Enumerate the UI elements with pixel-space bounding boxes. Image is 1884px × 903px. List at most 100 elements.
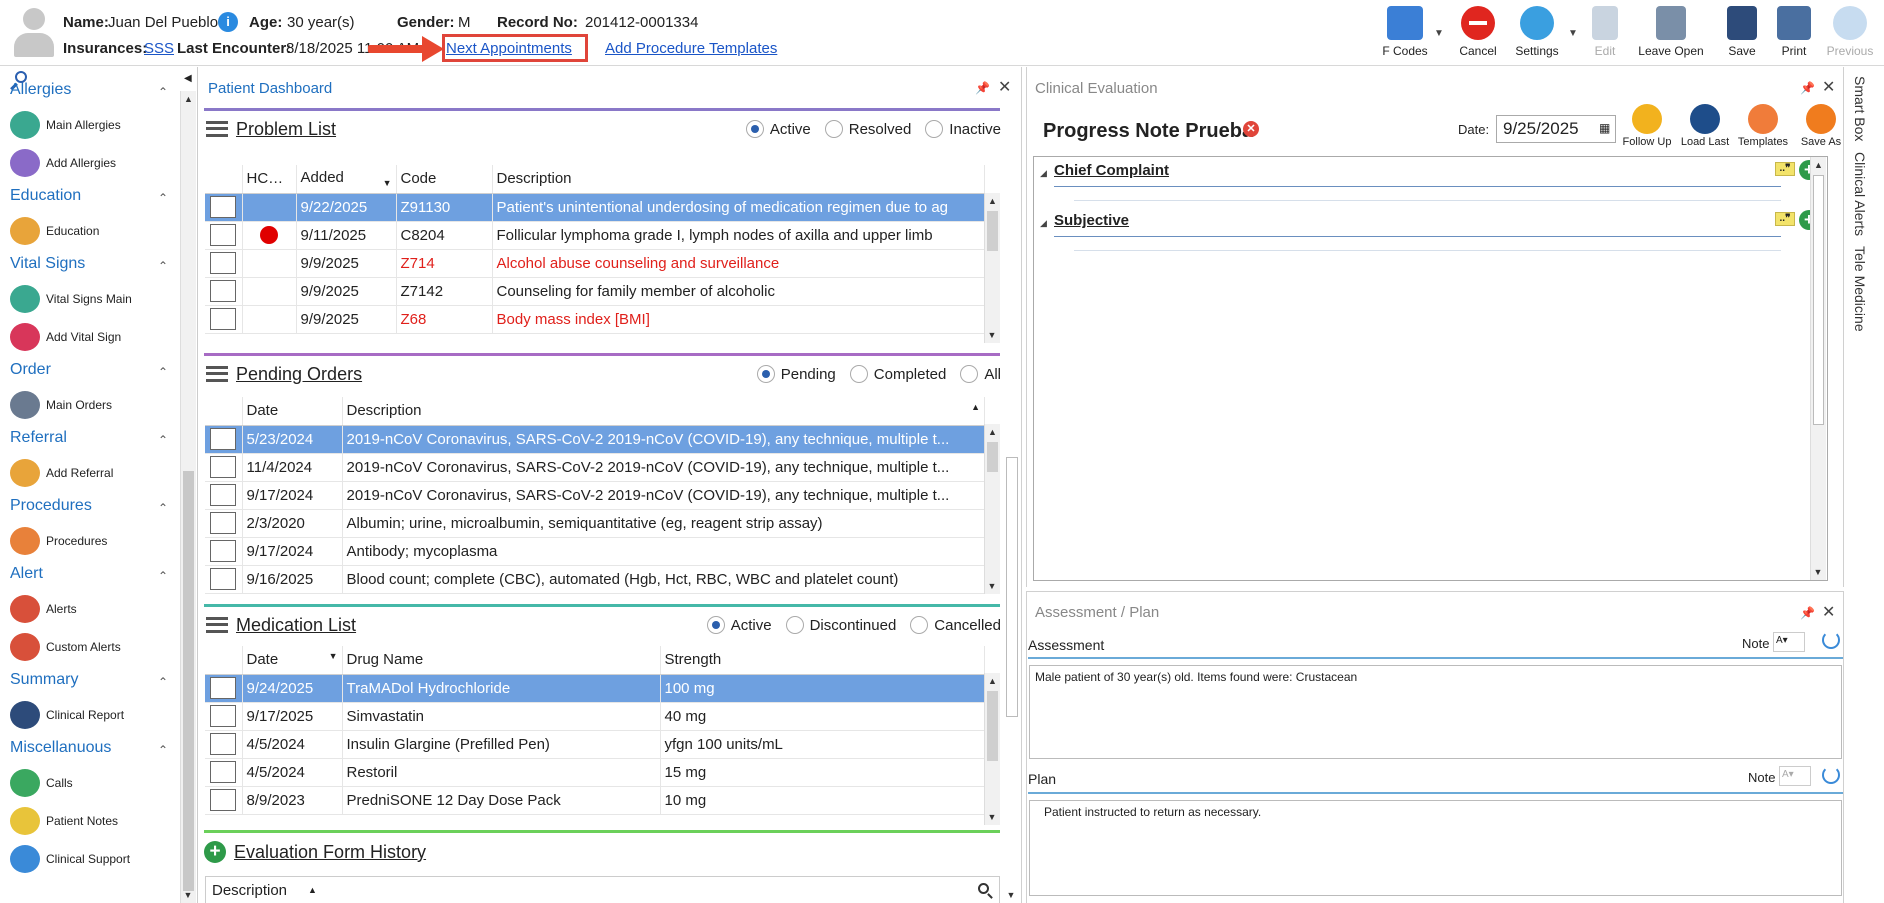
add-evaluation-button[interactable]: + — [204, 841, 226, 863]
row-checkbox[interactable] — [210, 789, 236, 811]
assessment-note-dropdown[interactable]: A▾ — [1773, 632, 1805, 652]
table-row[interactable]: 9/24/2025 TraMADol Hydrochloride 100 mg — [205, 674, 985, 703]
row-checkbox-cell[interactable] — [205, 509, 243, 538]
evaluation-history-title[interactable]: Evaluation Form History — [234, 842, 426, 863]
sidebar-heading-order[interactable]: Order — [10, 361, 51, 379]
strength-column-header[interactable]: Strength — [660, 646, 985, 675]
sidebar-item-clinical-report[interactable]: Clinical Report — [10, 701, 124, 729]
plan-note-dropdown[interactable]: A▾ — [1779, 766, 1811, 786]
row-checkbox[interactable] — [210, 428, 236, 450]
row-checkbox-cell[interactable] — [205, 758, 243, 787]
row-checkbox-cell[interactable] — [205, 730, 243, 759]
filter-completed[interactable]: Completed — [849, 365, 946, 383]
sidebar-item-calls[interactable]: Calls — [10, 769, 73, 797]
sidebar-heading-referral[interactable]: Referral — [10, 429, 67, 447]
sidebar-item-main-orders[interactable]: Main Orders — [10, 391, 112, 419]
search-icon[interactable] — [978, 883, 994, 899]
side-tab-tele-medicine[interactable]: Tele Medicine — [1852, 246, 1868, 332]
side-tab-clinical-alerts[interactable]: Clinical Alerts — [1852, 152, 1868, 236]
assessment-textarea[interactable]: Male patient of 30 year(s) old. Items fo… — [1029, 665, 1842, 759]
description-column-header[interactable]: Description ▲ — [342, 397, 985, 426]
table-row[interactable]: 9/9/2025 Z68 Body mass index [BMI] — [205, 305, 985, 334]
side-tab-smart-box[interactable]: Smart Box — [1852, 76, 1868, 141]
pending-orders-scrollbar[interactable]: ▲ ▼ — [984, 424, 1000, 594]
medication-list-title[interactable]: Medication List — [236, 615, 356, 636]
filter-cancelled[interactable]: Cancelled — [910, 616, 1001, 634]
row-checkbox-cell[interactable] — [205, 565, 243, 594]
row-checkbox-cell[interactable] — [205, 305, 243, 334]
description-column-header[interactable]: Description — [212, 882, 287, 899]
collapse-chevron-icon[interactable]: ⌃ — [158, 569, 168, 583]
collapse-chevron-icon[interactable]: ⌃ — [158, 743, 168, 757]
table-row[interactable]: 4/5/2024 Restoril 15 mg — [205, 758, 985, 787]
collapse-chevron-icon[interactable]: ⌃ — [158, 365, 168, 379]
row-checkbox-cell[interactable] — [205, 481, 243, 510]
row-checkbox-cell[interactable] — [205, 702, 243, 731]
radio-icon[interactable] — [706, 616, 725, 634]
plan-textarea[interactable]: Patient instructed to return as necessar… — [1029, 800, 1842, 896]
hamburger-menu-icon[interactable] — [206, 366, 228, 382]
quote-icon[interactable]: ..❞ — [1775, 212, 1795, 227]
pin-icon[interactable]: 📌 — [1800, 606, 1815, 620]
radio-icon[interactable] — [756, 365, 775, 383]
row-checkbox-cell[interactable] — [205, 425, 243, 454]
sidebar-heading-procedures[interactable]: Procedures — [10, 497, 92, 515]
quote-icon[interactable]: ..❞ — [1775, 162, 1795, 176]
row-checkbox[interactable] — [210, 540, 236, 562]
expand-triangle-icon[interactable]: ◢ — [1040, 168, 1047, 179]
medication-list-scrollbar[interactable]: ▲ ▼ — [984, 673, 1000, 825]
sidebar-heading-vital-signs[interactable]: Vital Signs — [10, 255, 85, 273]
evaluation-scrollbar[interactable]: ▲ ▼ — [1810, 157, 1826, 580]
expand-triangle-icon[interactable]: ◢ — [1040, 218, 1047, 229]
radio-icon[interactable] — [785, 616, 804, 634]
row-checkbox-cell[interactable] — [205, 277, 243, 306]
refresh-icon[interactable] — [1822, 631, 1840, 649]
table-row[interactable]: 9/16/2025 Blood count; complete (CBC), au… — [205, 565, 985, 594]
date-column-header[interactable]: Date — [242, 397, 343, 426]
row-checkbox[interactable] — [210, 761, 236, 783]
row-checkbox-cell[interactable] — [205, 786, 243, 815]
sidebar-heading-alert[interactable]: Alert — [10, 565, 43, 583]
row-checkbox[interactable] — [210, 280, 236, 302]
row-checkbox[interactable] — [210, 733, 236, 755]
hamburger-menu-icon[interactable] — [206, 617, 228, 633]
filter-pending[interactable]: Pending — [756, 365, 836, 383]
close-icon[interactable]: ✕ — [1822, 602, 1835, 622]
sidebar-heading-summary[interactable]: Summary — [10, 671, 78, 689]
row-checkbox-cell[interactable] — [205, 453, 243, 482]
row-checkbox[interactable] — [210, 568, 236, 590]
table-row[interactable]: 2/3/2020 Albumin; urine, microalbumin, se… — [205, 509, 985, 538]
sidebar-item-custom-alerts[interactable]: Custom Alerts — [10, 633, 121, 661]
collapse-chevron-icon[interactable]: ⌃ — [158, 501, 168, 515]
drug-name-column-header[interactable]: Drug Name — [342, 646, 661, 675]
filter-active[interactable]: Active — [706, 616, 772, 634]
table-row[interactable]: 9/17/2025 Simvastatin 40 mg — [205, 702, 985, 731]
table-row[interactable]: 11/4/2024 2019-nCoV Coronavirus, SARS-CoV… — [205, 453, 985, 482]
row-checkbox[interactable] — [210, 512, 236, 534]
table-row[interactable]: 9/17/2024 2019-nCoV Coronavirus, SARS-CoV… — [205, 481, 985, 510]
sidebar-item-patient-notes[interactable]: Patient Notes — [10, 807, 118, 835]
table-row[interactable]: 9/9/2025 Z7142 Counseling for family membe… — [205, 277, 985, 306]
filter-discontinued[interactable]: Discontinued — [785, 616, 896, 634]
radio-icon[interactable] — [849, 365, 868, 383]
sidebar-item-clinical-support[interactable]: Clinical Support — [10, 845, 130, 873]
row-checkbox-cell[interactable] — [205, 537, 243, 566]
collapse-chevron-icon[interactable]: ⌃ — [158, 259, 168, 273]
collapse-chevron-icon[interactable]: ⌃ — [158, 433, 168, 447]
sidebar-item-procedures[interactable]: Procedures — [10, 527, 107, 555]
table-row[interactable]: 9/17/2024 Antibody; mycoplasma — [205, 537, 985, 566]
row-checkbox[interactable] — [210, 456, 236, 478]
dashboard-scrollbar[interactable]: ▼ — [1004, 457, 1020, 903]
sidebar-item-vital-signs-main[interactable]: Vital Signs Main — [10, 285, 132, 313]
row-checkbox[interactable] — [210, 308, 236, 330]
sidebar-heading-miscellanuous[interactable]: Miscellanuous — [10, 739, 111, 757]
row-checkbox[interactable] — [210, 705, 236, 727]
date-column-header[interactable]: Date ▼ — [242, 646, 343, 675]
section-input-line[interactable] — [1074, 250, 1781, 252]
section-input-line[interactable] — [1074, 200, 1781, 201]
radio-icon[interactable] — [960, 365, 979, 383]
sidebar-item-add-vital-sign[interactable]: Add Vital Sign — [10, 323, 121, 351]
row-checkbox-cell[interactable] — [205, 674, 243, 703]
row-checkbox[interactable] — [210, 484, 236, 506]
sidebar-item-alerts[interactable]: Alerts — [10, 595, 77, 623]
